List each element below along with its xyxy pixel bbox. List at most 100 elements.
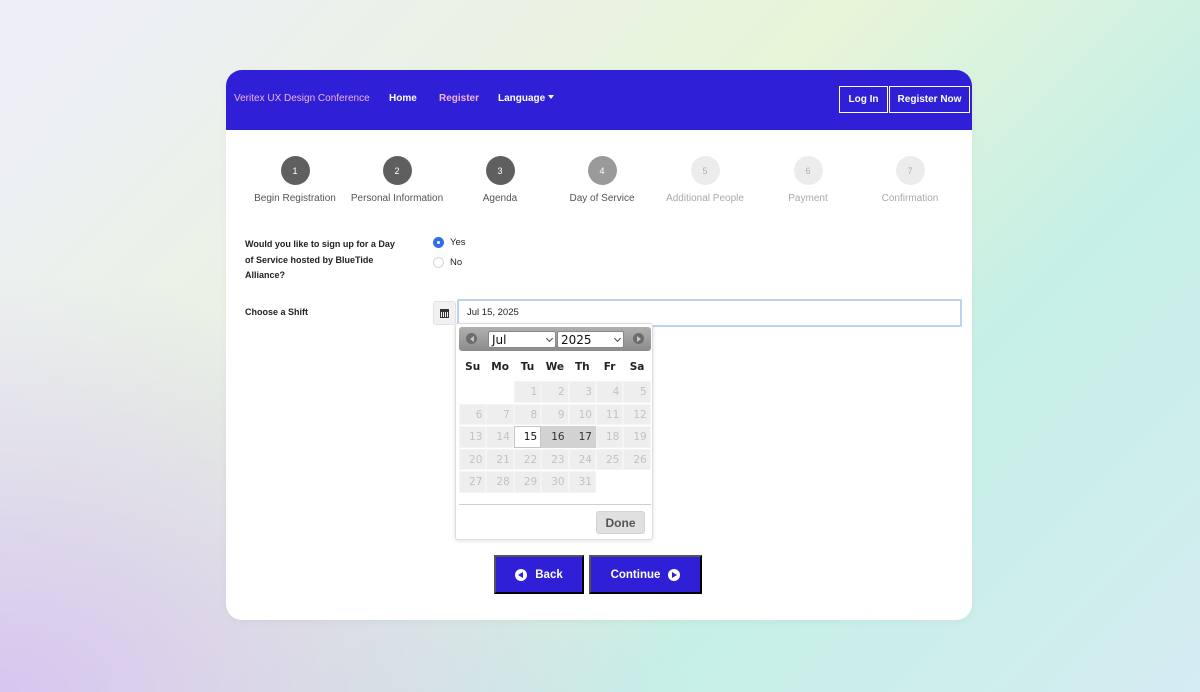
- calendar-day: 26: [623, 448, 651, 470]
- step-3: 3 Agenda: [445, 156, 555, 204]
- done-button[interactable]: Done: [596, 511, 645, 534]
- radio-yes-label: Yes: [450, 237, 466, 248]
- calendar-day: 19: [623, 426, 651, 448]
- step-number: 3: [485, 156, 515, 185]
- step-label: Confirmation: [881, 193, 939, 204]
- calendar-day: 13: [459, 426, 487, 448]
- calendar-day: 1: [513, 381, 542, 403]
- radio-yes[interactable]: [433, 237, 444, 248]
- step-label: Payment: [788, 193, 828, 204]
- calendar-day: 10: [568, 403, 596, 425]
- calendar-empty-cell: [459, 381, 486, 403]
- calendar-day: 25: [595, 448, 624, 470]
- calendar-day: 6: [459, 403, 487, 425]
- step-4: 4 Day of Service: [547, 156, 657, 204]
- step-number: 7: [895, 156, 925, 185]
- calendar-week-row: 20 21 22 23 24 25 26: [459, 448, 651, 472]
- language-label: Language: [498, 93, 546, 104]
- calendar-day: 11: [595, 403, 624, 425]
- step-6: 6 Payment: [753, 156, 863, 204]
- brand-link[interactable]: Veritex UX Design Conference: [234, 93, 370, 104]
- calendar-empty-cell: [486, 381, 513, 403]
- month-select[interactable]: Jul: [488, 331, 556, 348]
- radio-yes-option[interactable]: Yes: [433, 237, 466, 248]
- calendar-day: 12: [623, 403, 651, 425]
- step-5: 5 Additional People: [650, 156, 760, 204]
- calendar-day: 23: [541, 448, 569, 470]
- dow-label: Fr: [603, 361, 616, 373]
- dow-label: Su: [465, 361, 481, 373]
- calendar-day: 4: [595, 381, 624, 403]
- step-number: 1: [280, 156, 310, 185]
- calendar-empty-cell: [623, 471, 650, 493]
- arrow-circle-right-icon: [668, 568, 681, 581]
- back-button[interactable]: Back: [494, 555, 584, 594]
- dow-label: Sa: [629, 361, 645, 373]
- calendar-day: 3: [568, 381, 596, 403]
- calendar-day: 2: [541, 381, 569, 403]
- year-value: 2025: [561, 332, 592, 347]
- calendar-icon: [440, 308, 449, 318]
- nav-language-dropdown[interactable]: Language: [498, 93, 555, 104]
- step-number: 6: [793, 156, 823, 185]
- calendar-day[interactable]: 15: [513, 426, 542, 448]
- step-number: 4: [587, 156, 617, 185]
- back-label: Back: [535, 568, 563, 581]
- calendar-day: 24: [568, 448, 596, 470]
- step-number: 5: [690, 156, 720, 185]
- calendar-day[interactable]: 16: [541, 426, 569, 448]
- continue-label: Continue: [610, 568, 661, 581]
- datepicker-header: Jul 2025: [459, 327, 651, 351]
- continue-button[interactable]: Continue: [589, 555, 702, 594]
- calendar-day: 18: [595, 426, 624, 448]
- nav-register-link[interactable]: Register: [439, 93, 479, 104]
- calendar-day: 31: [568, 471, 596, 493]
- step-number: 2: [382, 156, 412, 185]
- nav-home-link[interactable]: Home: [389, 93, 417, 104]
- register-now-button[interactable]: Register Now: [889, 86, 970, 113]
- chevron-down-icon: [545, 334, 554, 342]
- calendar-day: 14: [486, 426, 514, 448]
- next-month-icon[interactable]: [633, 333, 644, 344]
- radio-no-label: No: [450, 257, 463, 268]
- calendar-week-row: 12345: [459, 381, 651, 404]
- dow-label: Th: [574, 361, 590, 373]
- days-of-week: Su Mo Tu We Th Fr Sa: [459, 361, 651, 373]
- step-label: Day of Service: [569, 193, 635, 204]
- calendar-day: 5: [623, 381, 651, 403]
- calendar-empty-cell: [596, 471, 623, 493]
- step-label: Agenda: [482, 193, 518, 204]
- dow-label: We: [545, 361, 565, 373]
- calendar-day: 9: [541, 403, 569, 425]
- calendar-day: 7: [486, 403, 514, 425]
- calendar-grid: 1 2 3 4 5 6 7 8 9 10 11 12 13 14 15 16 17 18 19 20 21 22 23 24 2…: [459, 381, 651, 494]
- step-2: 2 Personal Information: [342, 156, 452, 204]
- calendar-day: 8: [513, 403, 542, 425]
- calendar-day: 28: [486, 471, 514, 493]
- day-of-service-question: Would you like to sign up for a Day of S…: [245, 239, 395, 280]
- login-button[interactable]: Log In: [839, 86, 888, 113]
- calendar-week-row: 13 14 15 16 17 18 19: [459, 426, 651, 449]
- calendar-button[interactable]: [433, 301, 456, 325]
- calendar-day: 20: [459, 448, 487, 470]
- datepicker-popup: Jul 2025 Su Mo Tu We Th Fr Sa 1234567891…: [455, 323, 653, 540]
- dow-label: Mo: [491, 361, 509, 373]
- step-label: Additional People: [666, 193, 744, 204]
- calendar-day: 27: [459, 471, 487, 493]
- month-value: Jul: [492, 332, 507, 347]
- calendar-day: 29: [513, 471, 542, 493]
- prev-month-icon[interactable]: [466, 333, 477, 344]
- calendar-week-row: 27 28 29 30 31: [459, 471, 651, 494]
- calendar-day: 30: [541, 471, 569, 493]
- calendar-week-row: 6 7 8 9 10 11 12: [459, 403, 651, 427]
- calendar-day[interactable]: 17: [568, 426, 596, 448]
- registration-card: Veritex UX Design Conference Home Regist…: [226, 70, 972, 620]
- caret-down-icon: [548, 95, 555, 99]
- progress-steps: 1 Begin Registration 2 Personal Informat…: [226, 156, 972, 206]
- calendar-day: 21: [486, 448, 514, 470]
- radio-no[interactable]: [433, 257, 444, 268]
- year-select[interactable]: 2025: [557, 331, 624, 348]
- radio-no-option[interactable]: No: [433, 257, 462, 268]
- calendar-day: 22: [513, 448, 542, 470]
- datepicker-footer: Done: [459, 504, 651, 534]
